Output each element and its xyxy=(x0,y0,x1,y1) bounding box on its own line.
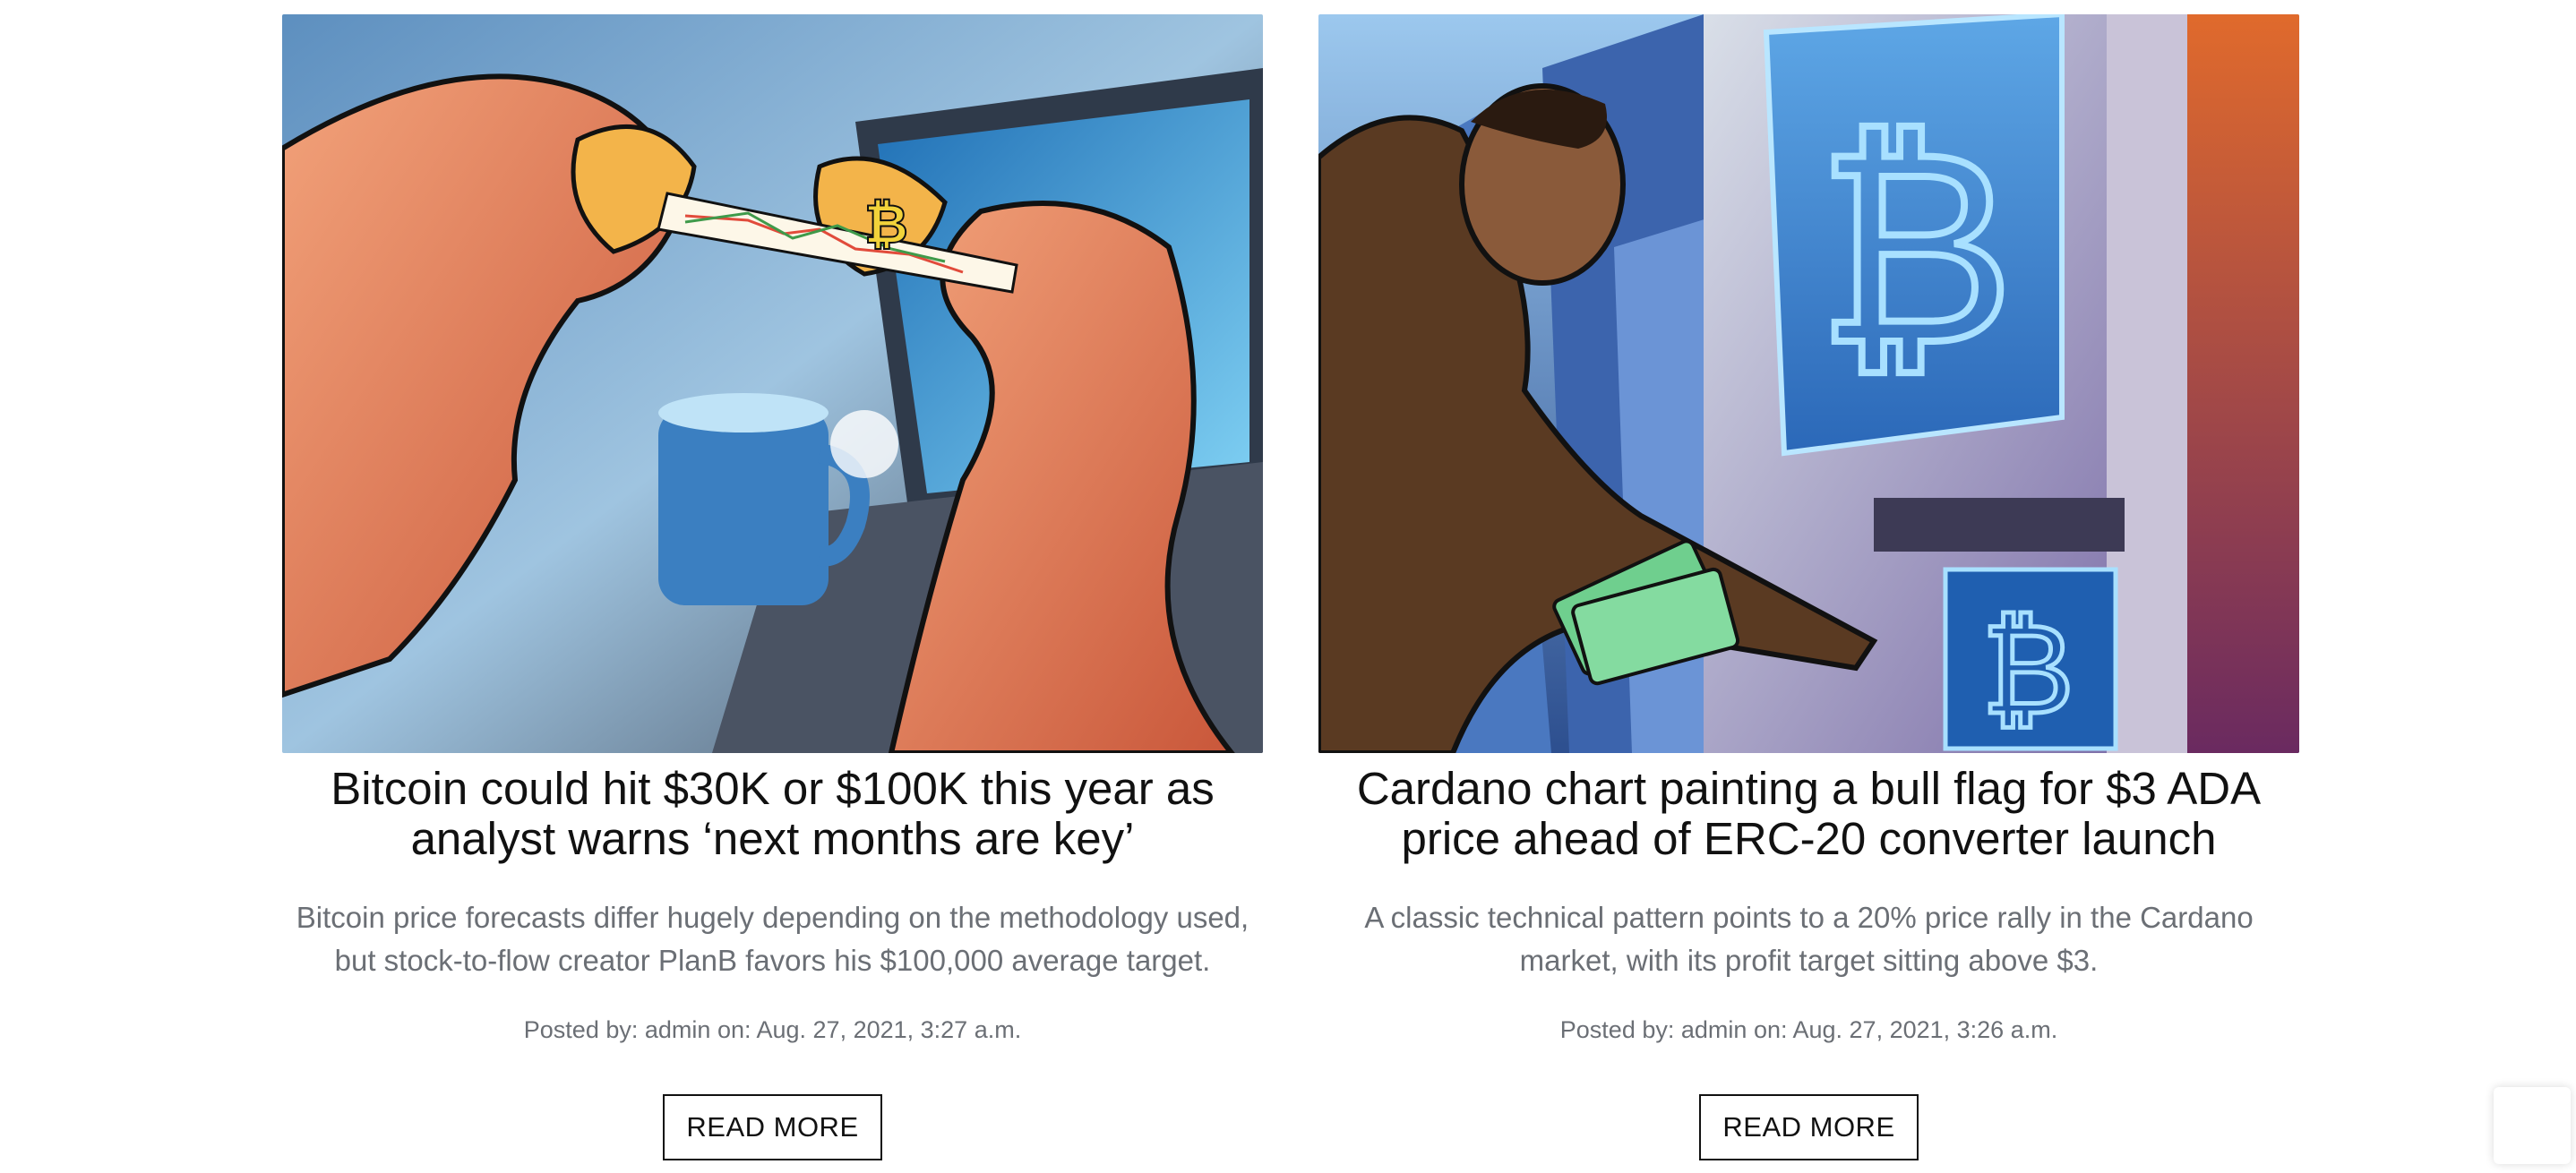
post-image[interactable]: ₿ xyxy=(282,14,1263,753)
meta-label-on: on: xyxy=(1753,1016,1788,1043)
post-excerpt: Bitcoin price forecasts differ hugely de… xyxy=(296,901,1249,977)
post-meta: Posted by: admin on: Aug. 27, 2021, 3:26… xyxy=(1560,1015,2057,1045)
read-more-button[interactable]: READ MORE xyxy=(1699,1094,1919,1160)
post-date: Aug. 27, 2021, 3:27 a.m. xyxy=(756,1016,1022,1043)
post-grid: ₿ Bitcoin could hit $30K or $100K this y… xyxy=(282,14,2299,1169)
post-excerpt: A classic technical pattern points to a … xyxy=(1364,901,2254,977)
page: ₿ Bitcoin could hit $30K or $100K this y… xyxy=(0,0,2576,1173)
post-title[interactable]: Cardano chart painting a bull flag for $… xyxy=(1318,764,2299,864)
read-more-button[interactable]: READ MORE xyxy=(663,1094,882,1160)
post-card: ₿ Bitcoin could hit $30K or $100K this y… xyxy=(282,14,1263,1169)
corner-widget[interactable] xyxy=(2494,1087,2571,1164)
meta-label-posted-by: Posted by: xyxy=(523,1016,639,1043)
fortune-cookie-illustration: ₿ xyxy=(282,14,1263,753)
post-title[interactable]: Bitcoin could hit $30K or $100K this yea… xyxy=(282,764,1263,864)
post-image[interactable]: ₿ ₿ xyxy=(1318,14,2299,753)
meta-label-on: on: xyxy=(717,1016,751,1043)
bitcoin-atm-illustration: ₿ ₿ xyxy=(1318,14,2299,753)
post-meta: Posted by: admin on: Aug. 27, 2021, 3:27… xyxy=(524,1015,1021,1045)
svg-text:₿: ₿ xyxy=(864,193,908,256)
post-card: ₿ ₿ Cardano chart painting a bull flag f… xyxy=(1318,14,2299,1169)
post-date: Aug. 27, 2021, 3:26 a.m. xyxy=(1792,1016,2058,1043)
meta-label-posted-by: Posted by: xyxy=(1559,1016,1675,1043)
post-author: admin xyxy=(644,1016,711,1043)
svg-text:₿: ₿ xyxy=(1816,92,2014,405)
svg-text:₿: ₿ xyxy=(1981,597,2074,743)
post-author: admin xyxy=(1680,1016,1747,1043)
